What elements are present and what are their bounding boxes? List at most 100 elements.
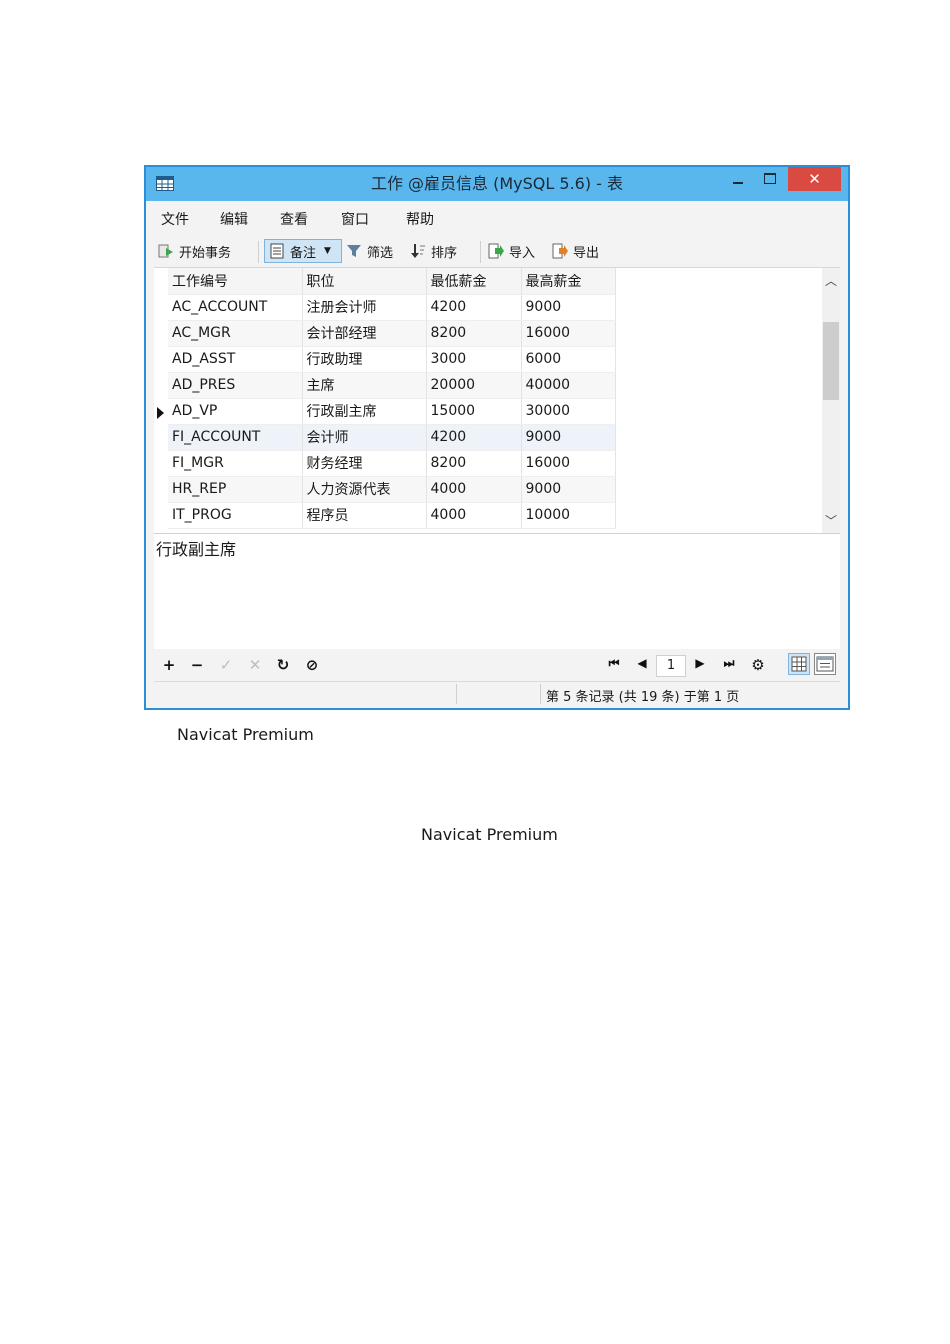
table-cell[interactable]: HR_REP [168, 476, 303, 503]
table-cell-editing[interactable]: 行政副主席 [302, 398, 427, 425]
page-number-input[interactable]: 1 [656, 655, 686, 677]
table-cell[interactable]: 40000 [521, 372, 616, 399]
table-row[interactable]: AD_ASST 行政助理 3000 6000 [168, 346, 616, 373]
import-label: 导入 [509, 245, 536, 261]
table-cell[interactable]: 9000 [521, 476, 616, 503]
title-bar[interactable]: 工作 @雇员信息 (MySQL 5.6) - 表 ✕ [146, 167, 848, 201]
status-separator [456, 684, 457, 704]
table-cell[interactable]: 16000 [521, 450, 616, 477]
navicat-table-window: 工作 @雇员信息 (MySQL 5.6) - 表 ✕ 文件 编辑 查看 窗口 帮… [144, 165, 850, 710]
table-cell[interactable]: 4200 [426, 424, 522, 451]
delete-record-button[interactable]: − [188, 656, 206, 674]
export-label: 导出 [573, 245, 600, 261]
table-row[interactable]: IT_PROG 程序员 4000 10000 [168, 502, 616, 529]
table-row[interactable]: AC_MGR 会计部经理 8200 16000 [168, 320, 616, 347]
menu-view[interactable]: 查看 [280, 209, 308, 229]
menu-file[interactable]: 文件 [161, 209, 189, 229]
table-row[interactable]: FI_MGR 财务经理 8200 16000 [168, 450, 616, 477]
vertical-scrollbar[interactable]: ︿ ﹀ [822, 268, 840, 533]
memo-label: 备注 [290, 245, 317, 261]
table-cell[interactable]: 行政助理 [302, 346, 427, 373]
import-icon [488, 243, 504, 259]
chevron-down-icon[interactable]: ▼ [324, 246, 331, 256]
scroll-down-icon[interactable]: ﹀ [822, 512, 840, 529]
table-cell[interactable]: 4000 [426, 476, 522, 503]
close-button[interactable]: ✕ [788, 167, 841, 191]
table-cell[interactable]: 4200 [426, 294, 522, 321]
menu-bar: 文件 编辑 查看 窗口 帮助 [154, 201, 840, 233]
table-cell[interactable]: 8200 [426, 450, 522, 477]
table-row[interactable]: HR_REP 人力资源代表 4000 9000 [168, 476, 616, 503]
table-cell[interactable]: AD_ASST [168, 346, 303, 373]
menu-edit[interactable]: 编辑 [220, 209, 248, 229]
table-row[interactable]: FI_ACCOUNT 会计师 4200 9000 [168, 424, 616, 451]
add-record-button[interactable]: + [160, 656, 178, 674]
settings-button[interactable]: ⚙ [749, 656, 767, 674]
table-cell[interactable]: 会计师 [302, 424, 427, 451]
table-cell[interactable]: 财务经理 [302, 450, 427, 477]
table-cell[interactable]: 9000 [521, 424, 616, 451]
next-page-button[interactable]: ▶ [691, 656, 709, 670]
prev-page-button[interactable]: ◀ [633, 656, 651, 670]
table-row-current[interactable]: AD_VP 行政副主席 15000 30000 [168, 398, 616, 425]
column-header[interactable]: 职位 [302, 268, 427, 295]
minimize-button[interactable] [724, 167, 752, 191]
row-indicator-column [154, 268, 168, 533]
table-cell[interactable]: AD_PRES [168, 372, 303, 399]
table-cell[interactable]: 3000 [426, 346, 522, 373]
filter-icon [347, 245, 361, 257]
table-cell[interactable]: 人力资源代表 [302, 476, 427, 503]
table-row[interactable]: AD_PRES 主席 20000 40000 [168, 372, 616, 399]
table-cell[interactable]: AD_VP [168, 398, 303, 425]
memo-button[interactable]: 备注 ▼ [264, 239, 342, 263]
memo-icon [270, 243, 284, 259]
table-cell[interactable]: 注册会计师 [302, 294, 427, 321]
table-cell[interactable]: 30000 [521, 398, 616, 425]
table-cell[interactable]: 15000 [426, 398, 522, 425]
import-button[interactable]: 导入 [488, 239, 535, 263]
current-row-arrow-icon [157, 407, 164, 419]
table-cell[interactable]: FI_MGR [168, 450, 303, 477]
scroll-up-icon[interactable]: ︿ [822, 272, 840, 289]
begin-transaction-button[interactable]: 开始事务 [158, 239, 231, 263]
table-cell[interactable]: 16000 [521, 320, 616, 347]
table-cell[interactable]: 程序员 [302, 502, 427, 529]
table-cell[interactable]: 9000 [521, 294, 616, 321]
column-header[interactable]: 最高薪金 [521, 268, 616, 295]
table-row[interactable]: AC_ACCOUNT 注册会计师 4200 9000 [168, 294, 616, 321]
first-page-button[interactable]: ⏮ [605, 656, 623, 671]
table-cell[interactable]: 4000 [426, 502, 522, 529]
menu-window[interactable]: 窗口 [341, 209, 369, 229]
apply-changes-button[interactable]: ✓ [217, 656, 235, 674]
grid-view-button[interactable] [788, 653, 810, 675]
column-header[interactable]: 最低薪金 [426, 268, 522, 295]
stop-button[interactable]: ⊘ [303, 656, 321, 674]
export-button[interactable]: 导出 [552, 239, 599, 263]
table-cell[interactable]: IT_PROG [168, 502, 303, 529]
maximize-button[interactable] [756, 167, 784, 191]
table-cell[interactable]: 20000 [426, 372, 522, 399]
table-cell[interactable]: AC_MGR [168, 320, 303, 347]
toolbar: 开始事务 备注 ▼ 筛选 排序 导入 导出 [154, 233, 840, 269]
scrollbar-thumb[interactable] [823, 322, 839, 400]
toolbar-separator [480, 241, 481, 263]
filter-button[interactable]: 筛选 [346, 239, 393, 263]
memo-text[interactable]: 行政副主席 [156, 536, 236, 560]
table-cell[interactable]: 会计部经理 [302, 320, 427, 347]
begin-transaction-label: 开始事务 [179, 245, 232, 261]
discard-changes-button[interactable]: ✕ [246, 656, 264, 674]
transaction-icon [158, 244, 173, 258]
table-cell[interactable]: 10000 [521, 502, 616, 529]
refresh-button[interactable]: ↻ [274, 656, 292, 674]
table-cell[interactable]: AC_ACCOUNT [168, 294, 303, 321]
table-cell[interactable]: FI_ACCOUNT [168, 424, 303, 451]
table-cell[interactable]: 6000 [521, 346, 616, 373]
table-cell[interactable]: 8200 [426, 320, 522, 347]
column-header[interactable]: 工作编号 [168, 268, 303, 295]
table-cell[interactable]: 主席 [302, 372, 427, 399]
menu-help[interactable]: 帮助 [406, 209, 434, 229]
form-view-button[interactable] [814, 653, 836, 675]
last-page-button[interactable]: ⏭ [720, 656, 738, 671]
sort-button[interactable]: 排序 [410, 239, 457, 263]
memo-panel[interactable]: 行政副主席 [154, 533, 840, 650]
